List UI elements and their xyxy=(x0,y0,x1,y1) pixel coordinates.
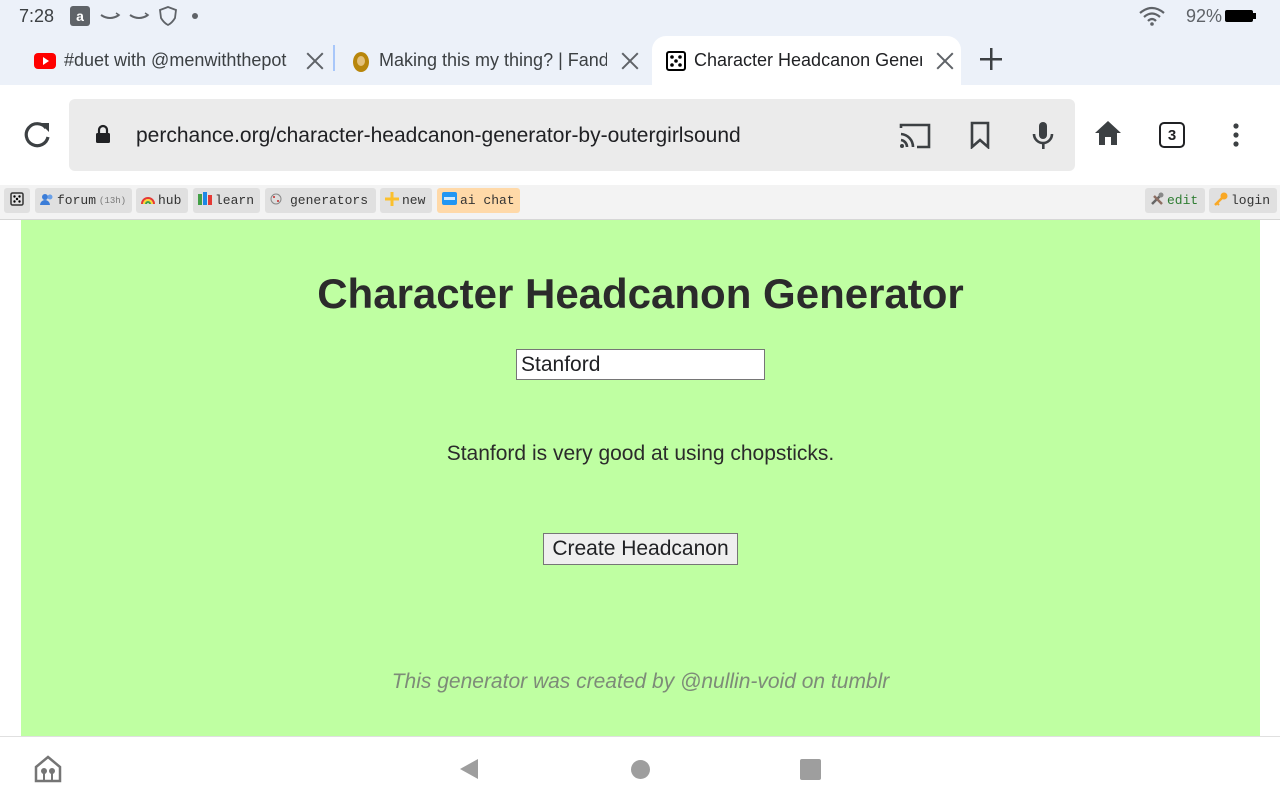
microphone-icon[interactable] xyxy=(1032,121,1054,151)
close-icon[interactable] xyxy=(304,50,326,72)
dot-icon xyxy=(190,6,200,26)
status-time: 7:28 xyxy=(19,6,55,26)
books-icon xyxy=(198,192,212,209)
new-label: new xyxy=(402,193,426,208)
login-label: login xyxy=(1231,193,1271,208)
new-badge-icon xyxy=(442,192,457,209)
ai-chat-button[interactable]: ai chat xyxy=(437,188,520,213)
credit-text: This generator was created by @nullin-vo… xyxy=(391,670,890,693)
recents-icon[interactable] xyxy=(800,759,821,780)
omnibox[interactable]: perchance.org/character-headcanon-genera… xyxy=(69,99,1075,171)
generator-page: Character Headcanon Generator Stanford i… xyxy=(21,220,1260,736)
tab-fandom[interactable]: Making this my thing? | Fandom xyxy=(335,36,650,85)
hub-button[interactable]: hub xyxy=(136,188,188,213)
forum-badge: (13h) xyxy=(99,195,127,206)
forum-button[interactable]: forum (13h) xyxy=(35,188,132,213)
close-icon[interactable] xyxy=(934,50,956,72)
fandom-avatar-icon xyxy=(351,51,371,72)
tools-icon xyxy=(1150,192,1164,210)
amazon-smile-icon xyxy=(99,6,121,26)
svg-text:a: a xyxy=(76,8,84,24)
youtube-icon xyxy=(34,52,56,69)
key-icon xyxy=(1214,192,1228,210)
perchance-home-button[interactable] xyxy=(4,188,30,213)
page-title: Character Headcanon Generator xyxy=(317,270,964,317)
status-bar: 7:28 a 92% xyxy=(0,0,1280,32)
forum-label: forum xyxy=(57,193,97,208)
edit-button[interactable]: edit xyxy=(1145,188,1205,213)
tab-strip: #duet with @menwiththepot Making this my… xyxy=(0,32,1280,85)
learn-button[interactable]: learn xyxy=(193,188,260,213)
learn-label: learn xyxy=(215,193,255,208)
tab-title: #duet with @menwiththepot xyxy=(64,50,287,70)
system-nav-bar xyxy=(0,736,1280,801)
tab-title: Making this my thing? | Fandom xyxy=(379,50,607,70)
bookmark-icon[interactable] xyxy=(970,121,990,150)
home-circle-icon[interactable] xyxy=(630,759,651,780)
shield-icon xyxy=(158,6,178,26)
amazon-icon: a xyxy=(69,6,91,26)
close-icon[interactable] xyxy=(619,50,641,72)
new-button[interactable]: new xyxy=(380,188,432,213)
tab-switcher-button[interactable]: 3 xyxy=(1159,122,1185,148)
rainbow-icon xyxy=(141,194,155,208)
perchance-top-bar: forum (13h) hub learn generators new ai … xyxy=(0,185,1280,220)
tab-active[interactable]: Character Headcanon Generator xyxy=(652,36,961,85)
plus-icon xyxy=(385,191,399,210)
login-button[interactable]: login xyxy=(1209,188,1277,213)
battery-percent: 92% xyxy=(1185,6,1222,26)
amazon-smile-icon xyxy=(128,6,150,26)
headcanon-result: Stanford is very good at using chopstick… xyxy=(446,442,835,465)
assistant-home-icon[interactable] xyxy=(34,755,62,783)
ai-chat-label: ai chat xyxy=(460,193,515,208)
character-name-input[interactable] xyxy=(516,349,765,380)
cast-icon[interactable] xyxy=(899,122,931,150)
generators-button[interactable]: generators xyxy=(265,188,376,213)
new-tab-icon[interactable] xyxy=(978,46,1004,72)
dice-icon xyxy=(10,191,24,210)
create-headcanon-button[interactable]: Create Headcanon xyxy=(543,533,738,565)
back-icon[interactable] xyxy=(458,757,480,781)
dice-icon xyxy=(666,50,686,71)
generators-label: generators xyxy=(290,193,369,208)
more-menu-icon[interactable] xyxy=(1232,123,1240,149)
home-icon[interactable] xyxy=(1094,120,1122,146)
edit-label: edit xyxy=(1167,193,1199,208)
dice-icon xyxy=(270,193,282,209)
hub-label: hub xyxy=(158,193,182,208)
users-icon xyxy=(40,193,54,209)
battery-icon xyxy=(1225,6,1257,26)
tab-title: Character Headcanon Generator xyxy=(694,50,922,70)
reload-icon[interactable] xyxy=(22,120,52,150)
lock-icon[interactable] xyxy=(95,124,111,144)
wifi-icon xyxy=(1138,6,1166,26)
browser-toolbar: perchance.org/character-headcanon-genera… xyxy=(0,85,1280,185)
url-text[interactable]: perchance.org/character-headcanon-genera… xyxy=(136,124,741,148)
tab-youtube[interactable]: #duet with @menwiththepot xyxy=(0,36,333,85)
